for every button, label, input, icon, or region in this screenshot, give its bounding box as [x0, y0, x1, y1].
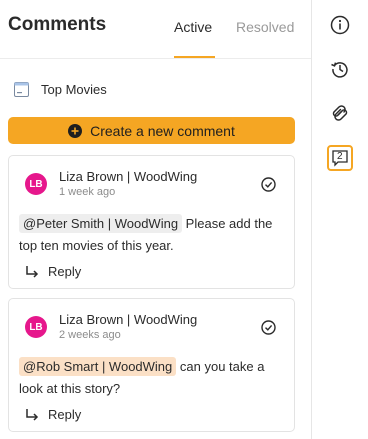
resolve-check-icon[interactable]	[261, 177, 276, 192]
history-button[interactable]	[328, 57, 352, 81]
comment-time: 2 weeks ago	[59, 329, 121, 341]
active-tab-indicator	[174, 56, 215, 58]
document-icon	[14, 81, 29, 97]
comment-card: LB Liza Brown | WoodWing 1 week ago @Pet…	[8, 155, 295, 289]
comment-body: @Peter Smith | WoodWing Please add the t…	[19, 213, 285, 257]
comment-time: 1 week ago	[59, 186, 116, 198]
reply-arrow-icon	[26, 265, 39, 278]
document-name: Top Movies	[41, 81, 107, 97]
create-comment-button[interactable]: Create a new comment	[8, 117, 295, 144]
comment-author: Liza Brown | WoodWing	[59, 169, 198, 184]
links-button[interactable]	[328, 101, 352, 125]
user-mention[interactable]: @Rob Smart | WoodWing	[19, 357, 177, 376]
avatar: LB	[25, 173, 47, 195]
history-icon	[331, 62, 348, 78]
reply-label: Reply	[48, 407, 82, 422]
reply-button[interactable]: Reply	[25, 264, 81, 279]
info-button[interactable]	[328, 13, 352, 37]
link-icon	[332, 105, 348, 121]
reply-arrow-icon	[26, 408, 39, 421]
reply-button[interactable]: Reply	[25, 407, 81, 422]
comment-body: @Rob Smart | WoodWing can you take a loo…	[19, 356, 285, 400]
reply-label: Reply	[48, 264, 82, 279]
comment-card: LB Liza Brown | WoodWing 2 weeks ago @Ro…	[8, 298, 295, 432]
comment-author: Liza Brown | WoodWing	[59, 312, 198, 327]
tab-resolved[interactable]: Resolved	[236, 19, 294, 35]
user-mention[interactable]: @Peter Smith | WoodWing	[19, 214, 183, 233]
comments-header: Comments Active Resolved	[0, 0, 311, 60]
tab-active[interactable]: Active	[174, 19, 212, 35]
header-divider	[0, 58, 311, 59]
comment-count: 2	[337, 151, 343, 162]
document-reference[interactable]: Top Movies	[14, 80, 107, 98]
comments-panel: Comments Active Resolved Top Movies Crea…	[0, 0, 311, 439]
info-icon	[330, 15, 350, 35]
side-rail: 2	[311, 0, 368, 439]
page-title: Comments	[8, 14, 107, 35]
avatar: LB	[25, 316, 47, 338]
create-comment-label: Create a new comment	[90, 122, 235, 139]
resolve-check-icon[interactable]	[261, 320, 276, 335]
plus-circle-icon	[68, 123, 83, 138]
comments-button[interactable]: 2	[327, 145, 353, 171]
